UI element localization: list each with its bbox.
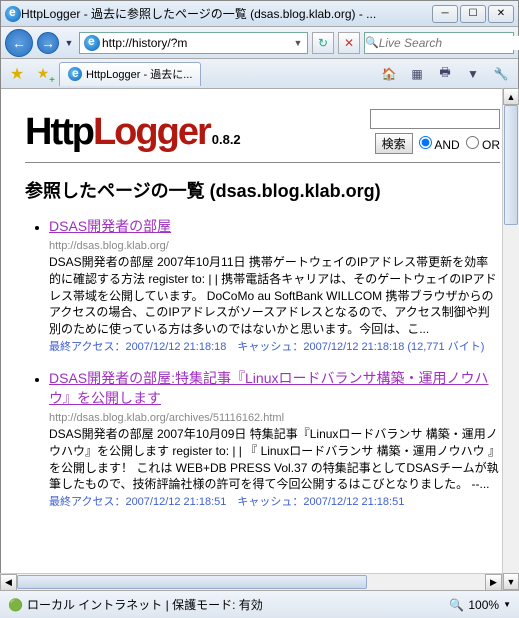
add-favorite-icon[interactable]: ★	[33, 64, 53, 84]
nav-history-dropdown[interactable]: ▼	[63, 33, 75, 53]
result-title-link[interactable]: DSAS開発者の部屋:特集記事『Linuxロードバランサ構築・運用ノウハウ』を公…	[49, 370, 488, 406]
tab-toolbar: ★ ★ HttpLogger - 過去に... 🏠 ▦ 🖶 ▼ 🔧	[1, 59, 518, 89]
scroll-thumb-h[interactable]	[17, 575, 367, 589]
horizontal-scrollbar[interactable]: ◀ ▶	[0, 573, 502, 590]
scroll-thumb[interactable]	[504, 105, 518, 225]
refresh-button[interactable]: ↻	[312, 32, 334, 54]
minimize-button[interactable]: ─	[432, 5, 458, 23]
zoom-control[interactable]: 🔍 100% ▼	[449, 598, 511, 612]
search-icon: 🔍	[365, 36, 379, 49]
close-button[interactable]: ✕	[488, 5, 514, 23]
app-logo: HttpLogger0.8.2	[25, 111, 241, 154]
page-icon	[84, 35, 100, 51]
logo-part-1: Http	[25, 111, 93, 153]
favorites-star-icon[interactable]: ★	[7, 64, 27, 84]
page-content: HttpLogger0.8.2 検索 AND OR 参照したページの一覧 (ds…	[1, 89, 518, 589]
page-heading: 参照したページの一覧 (dsas.blog.klab.org)	[25, 177, 500, 203]
print-icon[interactable]: 🖶	[434, 63, 456, 85]
security-zone-text: ローカル イントラネット | 保護モード: 有効	[27, 596, 263, 613]
scroll-down-button[interactable]: ▼	[503, 573, 519, 590]
app-version: 0.8.2	[212, 132, 241, 147]
page-search-button[interactable]: 検索	[375, 133, 413, 154]
window-title: HttpLogger - 過去に参照したページの一覧 (dsas.blog.kl…	[21, 5, 432, 22]
status-bar: 🟢 ローカル イントラネット | 保護モード: 有効 🔍 100% ▼	[0, 590, 519, 618]
result-url: http://dsas.blog.klab.org/archives/51116…	[49, 412, 284, 424]
page-search-input[interactable]	[370, 109, 500, 129]
result-item: DSAS開発者の部屋 http://dsas.blog.klab.org/ DS…	[49, 217, 500, 355]
address-input[interactable]	[102, 36, 291, 50]
result-item: DSAS開発者の部屋:特集記事『Linuxロードバランサ構築・運用ノウハウ』を公…	[49, 369, 500, 510]
result-title-link[interactable]: DSAS開発者の部屋	[49, 218, 171, 234]
vertical-scrollbar[interactable]: ▲ ▼	[502, 88, 519, 590]
zoom-dropdown-icon[interactable]: ▼	[503, 600, 511, 609]
feeds-icon[interactable]: ▦	[406, 63, 428, 85]
browser-search-box[interactable]: 🔍	[364, 32, 514, 54]
result-description: DSAS開発者の部屋 2007年10月09日 特集記事『Linuxロードバランサ…	[49, 427, 500, 491]
page-search-form: 検索 AND OR	[370, 109, 500, 154]
scroll-track[interactable]	[503, 105, 519, 573]
result-url: http://dsas.blog.klab.org/	[49, 240, 169, 252]
result-description: DSAS開発者の部屋 2007年10月11日 携帯ゲートウェイのIPアドレス帯更…	[49, 255, 497, 336]
or-radio[interactable]	[466, 136, 479, 149]
result-meta: 最終アクセス：2007/12/12 21:18:51 キャッシュ：2007/12…	[49, 496, 404, 508]
scroll-up-button[interactable]: ▲	[503, 88, 519, 105]
search-and-option[interactable]: AND	[419, 136, 460, 152]
zone-icon: 🟢	[8, 598, 23, 612]
scroll-right-button[interactable]: ▶	[485, 574, 502, 591]
results-list: DSAS開発者の部屋 http://dsas.blog.klab.org/ DS…	[25, 217, 500, 511]
maximize-button[interactable]: ☐	[460, 5, 486, 23]
stop-button[interactable]: ✕	[338, 32, 360, 54]
search-or-option[interactable]: OR	[466, 136, 500, 152]
and-radio[interactable]	[419, 136, 432, 149]
page-menu-icon[interactable]: ▼	[462, 63, 484, 85]
home-icon[interactable]: 🏠	[378, 63, 400, 85]
address-dropdown[interactable]: ▼	[291, 38, 305, 48]
tools-icon[interactable]: 🔧	[490, 63, 512, 85]
zoom-icon: 🔍	[449, 598, 464, 612]
forward-button[interactable]: →	[37, 32, 59, 54]
result-meta: 最終アクセス：2007/12/12 21:18:18 キャッシュ：2007/12…	[49, 341, 484, 353]
browser-search-input[interactable]	[379, 36, 519, 50]
tab-icon	[68, 67, 82, 81]
back-button[interactable]: ←	[5, 29, 33, 57]
zoom-level: 100%	[468, 598, 499, 612]
logo-part-2: Logger	[93, 111, 210, 153]
scroll-track-h[interactable]	[17, 574, 485, 590]
ie-icon	[5, 6, 21, 22]
address-bar[interactable]: ▼	[79, 32, 308, 54]
nav-toolbar: ← → ▼ ▼ ↻ ✕ 🔍	[1, 27, 518, 59]
browser-tab[interactable]: HttpLogger - 過去に...	[59, 62, 201, 86]
tab-label: HttpLogger - 過去に...	[86, 66, 192, 82]
scroll-left-button[interactable]: ◀	[0, 574, 17, 591]
window-titlebar: HttpLogger - 過去に参照したページの一覧 (dsas.blog.kl…	[1, 1, 518, 27]
divider	[25, 162, 500, 163]
